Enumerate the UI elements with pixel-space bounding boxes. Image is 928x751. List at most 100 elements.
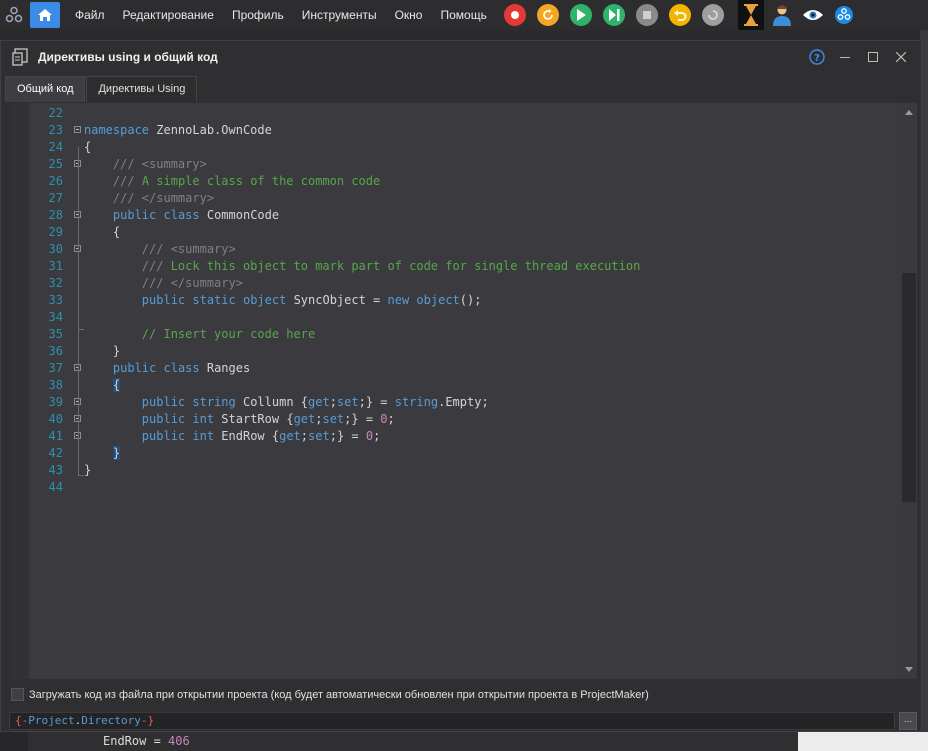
line-number: 37 (48, 361, 63, 375)
code-line[interactable]: 27 /// </summary> (29, 190, 899, 207)
step-icon (608, 9, 620, 21)
menu-edit[interactable]: Редактирование (114, 0, 223, 30)
code-line[interactable]: 37 public class Ranges (29, 360, 899, 377)
code-line[interactable]: 35 // Insert your code here (29, 326, 899, 343)
refresh-button[interactable] (536, 4, 559, 26)
line-number: 42 (48, 446, 63, 460)
line-number: 44 (48, 480, 63, 494)
code-text: } (84, 344, 121, 358)
hourglass-icon (743, 4, 758, 26)
hourglass-button[interactable] (737, 0, 764, 30)
code-line[interactable]: 23 namespace ZennoLab.OwnCode (29, 122, 899, 139)
line-number: 25 (48, 157, 63, 171)
browse-button[interactable]: ... (899, 712, 917, 730)
record-button[interactable] (503, 4, 526, 26)
code-line[interactable]: 38 { (29, 377, 899, 394)
code-line[interactable]: 33 public static object SyncObject = new… (29, 292, 899, 309)
file-path-input[interactable]: {-Project.Directory-} (9, 712, 895, 730)
play-icon (576, 9, 586, 21)
code-line[interactable]: 30 /// <summary> (29, 241, 899, 258)
code-text: { (112, 378, 121, 392)
undo-icon (673, 10, 687, 21)
redo-icon (707, 10, 718, 20)
code-line[interactable]: 24 { (29, 139, 899, 156)
code-line[interactable]: 36 } (29, 343, 899, 360)
help-icon: ? (809, 49, 825, 65)
code-line[interactable]: 29 { (29, 224, 899, 241)
code-line[interactable]: 44 (29, 479, 899, 496)
code-text: /// <summary> (141, 242, 236, 256)
editor-scrollbar[interactable] (901, 103, 917, 679)
code-line[interactable]: 40 public int StartRow {get;set;} = 0; (29, 411, 899, 428)
record-icon (510, 11, 519, 19)
redo-button[interactable] (701, 4, 724, 26)
line-number: 39 (48, 395, 63, 409)
code-text: public int StartRow {get;set;} = 0; (141, 412, 395, 426)
tab-common-code[interactable]: Общий код (5, 76, 86, 102)
eye-button[interactable] (800, 0, 826, 30)
home-button[interactable] (30, 2, 60, 28)
step-button[interactable] (602, 4, 625, 26)
line-number: 28 (48, 208, 63, 222)
scroll-up-icon[interactable] (905, 110, 913, 115)
code-line[interactable]: 39 public string Collumn {get;set;} = st… (29, 394, 899, 411)
code-line[interactable]: 32 /// </summary> (29, 275, 899, 292)
help-button[interactable]: ? (803, 47, 831, 67)
fold-toggle-icon[interactable] (74, 126, 81, 133)
line-number: 22 (48, 106, 63, 120)
fold-guide (78, 329, 84, 330)
dialog-title: Директивы using и общий код (38, 50, 218, 64)
code-text: } (112, 446, 121, 460)
code-text: { (84, 140, 92, 154)
code-text: public static object SyncObject = new ob… (141, 293, 482, 307)
stop-button[interactable] (635, 4, 658, 26)
line-number: 29 (48, 225, 63, 239)
code-text: /// A simple class of the common code (112, 174, 381, 188)
fold-guide (78, 475, 84, 476)
scroll-thumb[interactable] (902, 273, 916, 502)
code-line[interactable]: 43} (29, 462, 899, 479)
code-line[interactable]: 41 public int EndRow {get;set;} = 0; (29, 428, 899, 445)
load-from-file-checkbox[interactable] (11, 688, 24, 701)
home-icon (38, 9, 52, 21)
code-line[interactable]: 34 (29, 309, 899, 326)
dialog-title-bar[interactable]: Директивы using и общий код ? (1, 41, 921, 73)
code-text: /// <summary> (112, 157, 207, 171)
app-logo-icon[interactable] (0, 0, 28, 30)
code-line[interactable]: 28 public class CommonCode (29, 207, 899, 224)
scroll-down-icon[interactable] (905, 667, 913, 672)
code-text: public class Ranges (112, 361, 251, 375)
user-icon (772, 5, 791, 26)
network-button[interactable] (831, 0, 857, 30)
load-from-file-row: Загружать код из файла при открытии прое… (11, 688, 649, 701)
minimize-button[interactable] (831, 47, 859, 67)
tab-using-directives[interactable]: Директивы Using (86, 76, 198, 102)
line-number: 24 (48, 140, 63, 154)
menu-profile[interactable]: Профиль (223, 0, 293, 30)
code-text: /// </summary> (112, 191, 215, 205)
menu-tools[interactable]: Инструменты (293, 0, 386, 30)
code-line[interactable]: 42 } (29, 445, 899, 462)
code-line[interactable]: 25 /// <summary> (29, 156, 899, 173)
dialog-tabs: Общий код Директивы Using (5, 76, 198, 102)
code-text: public class CommonCode (112, 208, 280, 222)
code-text: // Insert your code here (141, 327, 316, 341)
code-line[interactable]: 22 (29, 105, 899, 122)
maximize-button[interactable] (859, 47, 887, 67)
close-button[interactable] (887, 47, 915, 67)
undo-button[interactable] (668, 4, 691, 26)
code-text: namespace ZennoLab.OwnCode (84, 123, 272, 137)
using-directives-dialog: Директивы using и общий код ? Общий код … (0, 40, 922, 732)
code-line[interactable]: 31 /// Lock this object to mark part of … (29, 258, 899, 275)
menu-window[interactable]: Окно (386, 0, 432, 30)
user-button[interactable] (769, 0, 795, 30)
line-number: 23 (48, 123, 63, 137)
play-button[interactable] (569, 4, 592, 26)
line-number: 33 (48, 293, 63, 307)
menu-help[interactable]: Помощь (431, 0, 495, 30)
code-line[interactable]: 26 /// A simple class of the common code (29, 173, 899, 190)
menu-bar: Файл Редактирование Профиль Инструменты … (0, 0, 928, 30)
code-editor[interactable]: 22 23 namespace ZennoLab.OwnCode 24 {25 /// … (11, 103, 917, 679)
fold-guide (78, 283, 79, 329)
menu-file[interactable]: Файл (66, 0, 114, 30)
